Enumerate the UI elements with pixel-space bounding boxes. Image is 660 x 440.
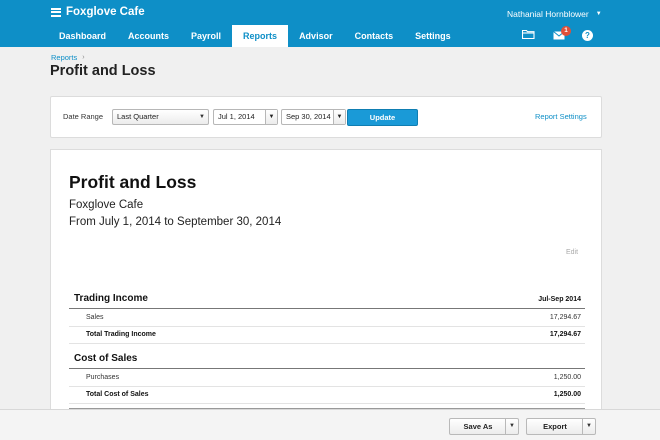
chevron-right-icon: › [82,54,85,61]
tab-settings[interactable]: Settings [404,25,462,47]
table-row[interactable]: Purchases 1,250.00 [69,370,585,387]
total-row: Total Trading Income 17,294.67 [69,327,585,344]
date-range-select[interactable]: Last Quarter ▼ [112,109,209,125]
end-date-value: Sep 30, 2014 [286,112,331,121]
notification-badge: 1 [561,26,571,36]
section-title: Trading Income [74,293,148,304]
report-settings-link[interactable]: Report Settings [535,112,587,121]
menu-icon [51,6,61,18]
user-name: Nathanial Hornblower [507,9,589,19]
export-button-group: Export ▼ [526,418,596,435]
tab-dashboard[interactable]: Dashboard [48,25,117,47]
save-as-button[interactable]: Save As [450,419,506,434]
breadcrumb-reports-link[interactable]: Reports [51,53,77,62]
bottom-action-bar: Save As ▼ Export ▼ [0,409,660,440]
section-header-trading-income: Trading Income Jul-Sep 2014 [69,291,585,309]
tab-accounts[interactable]: Accounts [117,25,180,47]
total-value: 17,294.67 [549,331,581,338]
date-range-label: Date Range [63,112,104,121]
end-date-field[interactable]: Sep 30, 2014 ▼ [281,109,346,125]
tab-advisor[interactable]: Advisor [288,25,344,47]
chevron-down-icon[interactable]: ▼ [505,419,518,434]
total-label: Total Cost of Sales [86,391,149,398]
page-title: Profit and Loss [50,63,156,79]
section-header-cost-of-sales: Cost of Sales [69,351,585,369]
tab-payroll[interactable]: Payroll [180,25,232,47]
chevron-down-icon[interactable]: ▼ [265,110,277,124]
column-header: Jul-Sep 2014 [538,296,581,303]
top-bar: Foxglove Cafe Nathanial Hornblower ▼ Das… [0,0,660,47]
chevron-down-icon: ▼ [199,114,205,120]
tab-reports[interactable]: Reports [232,25,289,47]
export-button[interactable]: Export [527,419,583,434]
row-label: Sales [86,314,104,321]
report-panel: Profit and Loss Foxglove Cafe From July … [50,149,602,440]
chevron-down-icon[interactable]: ▼ [582,419,595,434]
main-nav: Dashboard Accounts Payroll Reports Advis… [48,25,462,47]
chevron-down-icon: ▼ [595,11,602,17]
section-title: Cost of Sales [74,353,138,364]
edit-link[interactable]: Edit [566,249,578,256]
report-period: From July 1, 2014 to September 30, 2014 [69,216,282,228]
row-label: Purchases [86,374,120,381]
row-value: 1,250.00 [553,374,581,381]
total-value: 1,250.00 [553,391,581,398]
org-switcher[interactable]: Foxglove Cafe [51,6,145,18]
update-button[interactable]: Update [347,109,418,126]
breadcrumb: Reports › [51,53,85,62]
tab-contacts[interactable]: Contacts [344,25,405,47]
chevron-down-icon[interactable]: ▼ [333,110,345,124]
filter-panel: Date Range Last Quarter ▼ Jul 1, 2014 ▼ … [50,96,602,138]
user-menu[interactable]: Nathanial Hornblower ▼ [507,9,602,19]
report-title: Profit and Loss [69,172,197,192]
folder-icon[interactable] [522,29,535,39]
total-row: Total Cost of Sales 1,250.00 [69,387,585,404]
row-value: 17,294.67 [549,314,581,321]
date-range-value: Last Quarter [117,112,159,121]
total-label: Total Trading Income [86,331,156,338]
org-name: Foxglove Cafe [66,6,145,18]
save-as-button-group: Save As ▼ [449,418,519,435]
report-organisation: Foxglove Cafe [69,199,144,211]
help-icon[interactable]: ? [582,30,593,41]
start-date-field[interactable]: Jul 1, 2014 ▼ [213,109,278,125]
start-date-value: Jul 1, 2014 [218,112,255,121]
table-row[interactable]: Sales 17,294.67 [69,310,585,327]
